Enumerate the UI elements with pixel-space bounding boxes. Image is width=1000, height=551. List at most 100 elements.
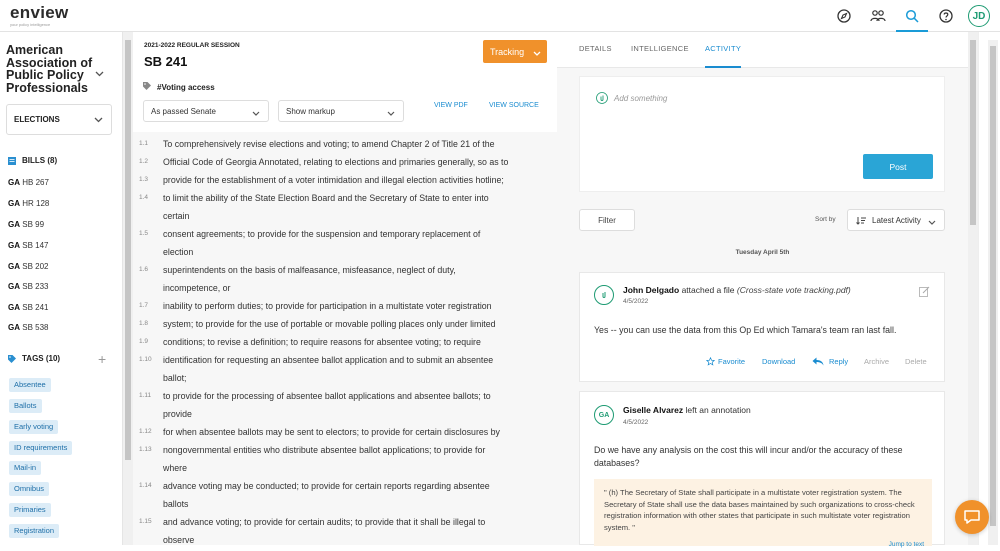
bill-tag[interactable]: #Voting access: [143, 82, 215, 92]
paperclip-icon[interactable]: [596, 91, 608, 109]
bill-id: HB 267: [22, 178, 49, 187]
text-line: 1.9 conditions; to revise a definition; t…: [133, 334, 557, 352]
scrollbar-thumb[interactable]: [990, 46, 996, 526]
line-text[interactable]: advance voting may be conducted; to prov…: [163, 481, 490, 491]
line-text[interactable]: election: [163, 247, 193, 257]
page-scrollbar[interactable]: [988, 40, 998, 545]
scrollbar-thumb[interactable]: [125, 40, 131, 460]
line-text[interactable]: and advance voting; to provide for certa…: [163, 517, 485, 527]
active-tab-indicator: [705, 66, 741, 68]
line-text[interactable]: system; to provide for the use of portab…: [163, 319, 496, 329]
line-text[interactable]: ballot;: [163, 373, 186, 383]
sidebar-bill-sb99[interactable]: GA SB 99: [8, 220, 44, 229]
people-icon[interactable]: [862, 0, 894, 32]
scrollbar-thumb[interactable]: [970, 40, 976, 225]
tag-chip[interactable]: Absentee: [9, 378, 51, 392]
sidebar-bill-sb233[interactable]: GA SB 233: [8, 282, 48, 291]
line-text[interactable]: Official Code of Georgia Annotated, rela…: [163, 157, 508, 167]
filter-button[interactable]: Filter: [579, 209, 635, 231]
favorite-label: Favorite: [718, 357, 746, 366]
line-number: 1.2: [139, 158, 149, 165]
author-avatar[interactable]: GA: [594, 405, 614, 425]
line-text[interactable]: provide for the establishment of a voter…: [163, 175, 504, 185]
line-text[interactable]: consent agreements; to provide for the s…: [163, 229, 480, 239]
favorite-button[interactable]: Favorite: [706, 357, 745, 366]
help-icon[interactable]: [930, 0, 962, 32]
activity-card: John Delgado attached a file (Cross-stat…: [579, 272, 945, 382]
tags-header-label: TAGS (10): [22, 354, 61, 363]
line-text[interactable]: ballots: [163, 499, 188, 509]
activity-card: GA Giselle Alvarez left an annotation 4/…: [579, 391, 945, 548]
post-button[interactable]: Post: [863, 154, 933, 179]
bills-header[interactable]: BILLS (8): [8, 156, 57, 165]
line-text[interactable]: To comprehensively revise elections and …: [163, 139, 495, 149]
line-text[interactable]: to provide for the processing of absente…: [163, 391, 491, 401]
elections-select[interactable]: ELECTIONS: [6, 104, 112, 135]
logo[interactable]: enview your policy intelligence: [10, 3, 69, 27]
edit-icon[interactable]: [919, 284, 930, 302]
author-name[interactable]: Giselle Alvarez: [623, 405, 683, 415]
compass-icon[interactable]: [828, 0, 860, 32]
tag-chip[interactable]: Omnibus: [9, 482, 50, 496]
panel-scrollbar[interactable]: [968, 32, 978, 545]
add-tag-button[interactable]: +: [98, 351, 106, 367]
tags-header[interactable]: TAGS (10): [8, 354, 60, 363]
top-icons: JD: [826, 0, 990, 32]
line-text[interactable]: where: [163, 463, 187, 473]
text-line: 1.11 to provide for the processing of abs…: [133, 388, 557, 406]
bill-state: GA: [8, 178, 20, 187]
sidebar-bill-hr128[interactable]: GA HR 128: [8, 199, 49, 208]
line-number: 1.13: [139, 446, 152, 453]
comment-input[interactable]: Add something: [614, 94, 667, 103]
tag-chip[interactable]: Registration: [9, 524, 60, 538]
line-text[interactable]: certain: [163, 211, 189, 221]
line-text[interactable]: to limit the ability of the State Electi…: [163, 193, 489, 203]
line-text[interactable]: superintendents on the basis of malfeasa…: [163, 265, 456, 275]
activity-panel: DETAILS INTELLIGENCE ACTIVITY Add someth…: [557, 32, 968, 548]
tag-chip[interactable]: Early voting: [9, 420, 59, 434]
line-text[interactable]: identification for requesting an absente…: [163, 355, 493, 365]
org-name[interactable]: American Association of Public Policy Pr…: [6, 44, 96, 94]
sidebar-bill-sb147[interactable]: GA SB 147: [8, 241, 48, 250]
line-text[interactable]: observe: [163, 535, 194, 545]
attached-file-link[interactable]: (Cross-state vote tracking.pdf): [737, 285, 851, 295]
tab-intelligence[interactable]: INTELLIGENCE: [631, 44, 689, 53]
chat-button[interactable]: [955, 500, 989, 534]
chevron-down-icon[interactable]: [95, 64, 104, 82]
sort-select[interactable]: Latest Activity: [847, 209, 945, 231]
view-source-link[interactable]: VIEW SOURCE: [489, 102, 539, 109]
sidebar-scrollbar[interactable]: [123, 32, 133, 545]
tab-details[interactable]: DETAILS: [579, 44, 612, 53]
card-action: attached a file: [681, 285, 735, 295]
delete-button[interactable]: Delete: [905, 357, 927, 366]
line-text[interactable]: for when absentee ballots may be sent to…: [163, 427, 500, 437]
line-text[interactable]: nongovernmental entities who distribute …: [163, 445, 485, 455]
tag-chip[interactable]: Mail-in: [9, 461, 42, 475]
line-text[interactable]: incompetence, or: [163, 283, 230, 293]
search-icon[interactable]: [896, 0, 928, 32]
line-number: 1.12: [139, 428, 152, 435]
author-name[interactable]: John Delgado: [623, 285, 679, 295]
view-pdf-link[interactable]: VIEW PDF: [434, 102, 468, 109]
tag-chip[interactable]: Ballots: [9, 399, 42, 413]
version-select[interactable]: As passed Senate: [143, 100, 269, 122]
line-text[interactable]: provide: [163, 409, 192, 419]
bill-state: GA: [8, 199, 20, 208]
bill-id: SB 241: [22, 303, 49, 312]
line-text[interactable]: inability to perform duties; to provide …: [163, 301, 492, 311]
sidebar-bill-sb241[interactable]: GA SB 241: [8, 303, 48, 312]
sidebar-bill-sb538[interactable]: GA SB 538: [8, 323, 48, 332]
tracking-button[interactable]: Tracking: [483, 40, 547, 63]
markup-select[interactable]: Show markup: [278, 100, 404, 122]
tag-chip[interactable]: Primaries: [9, 503, 51, 517]
reply-button[interactable]: Reply: [812, 357, 848, 366]
user-avatar[interactable]: JD: [968, 5, 990, 27]
comment-composer[interactable]: Add something Post: [579, 76, 945, 192]
sidebar-bill-hb267[interactable]: GA HB 267: [8, 178, 49, 187]
tab-activity[interactable]: ACTIVITY: [705, 44, 741, 53]
download-button[interactable]: Download: [762, 357, 795, 366]
tag-chip[interactable]: ID requirements: [9, 441, 73, 455]
sidebar-bill-sb202[interactable]: GA SB 202: [8, 262, 48, 271]
archive-button[interactable]: Archive: [864, 357, 889, 366]
line-text[interactable]: conditions; to revise a definition; to r…: [163, 337, 481, 347]
